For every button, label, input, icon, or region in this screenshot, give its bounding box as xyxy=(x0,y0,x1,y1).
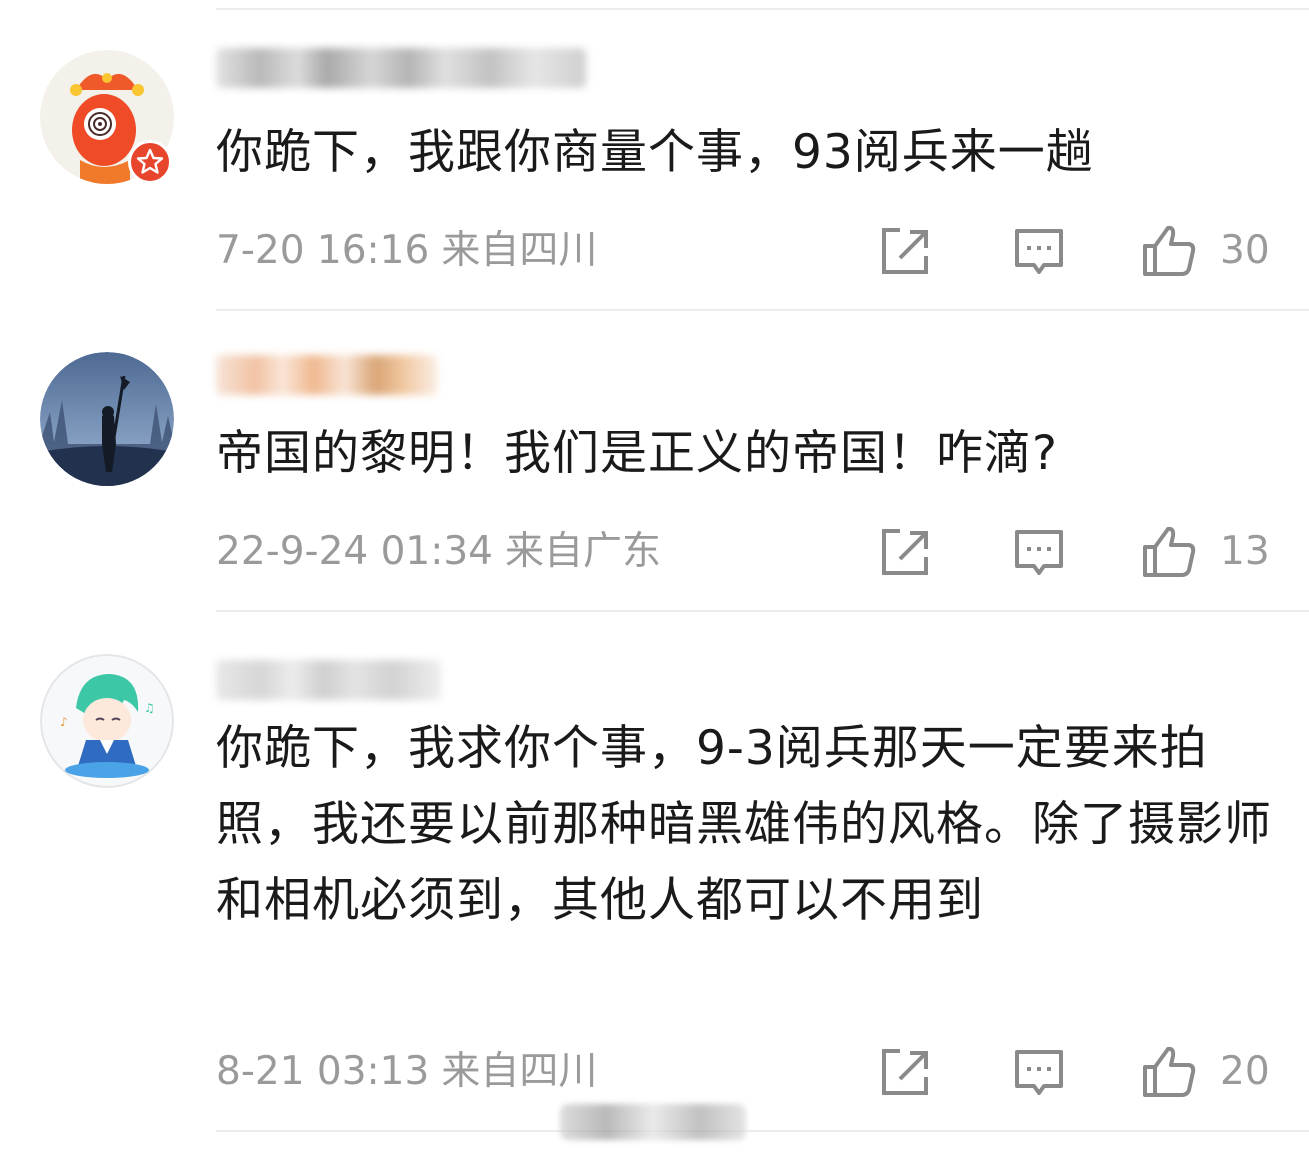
thumbs-up-icon[interactable] xyxy=(1142,224,1196,278)
comment-text: 帝国的黎明！我们是正义的帝国！咋滴? xyxy=(216,426,1058,481)
comment-meta: 8-21 03:13 来自四川 xyxy=(216,1047,597,1097)
comment-divider xyxy=(216,1130,1309,1132)
star-badge-icon xyxy=(128,140,172,184)
share-icon[interactable] xyxy=(878,224,932,278)
username[interactable] xyxy=(216,48,586,88)
svg-text:♪: ♪ xyxy=(60,715,68,729)
thumbs-up-icon[interactable] xyxy=(1142,525,1196,579)
reply-icon[interactable] xyxy=(1012,226,1066,280)
knight-silhouette-icon xyxy=(40,352,174,486)
chibi-character-icon: ♪ ♫ xyxy=(40,654,174,788)
comment-location: 来自四川 xyxy=(441,228,598,273)
comment-time: 22-9-24 01:34 xyxy=(216,529,493,574)
comment-divider xyxy=(216,610,1309,612)
comment-location: 来自广东 xyxy=(505,529,662,574)
comment-text: 你跪下，我求你个事，9-3阅兵那天一定要来拍照，我还要以前那种暗黑雄伟的风格。除… xyxy=(216,721,1272,928)
comment-divider xyxy=(216,309,1309,311)
comment-time: 8-21 03:13 xyxy=(216,1049,430,1094)
like-count: 30 xyxy=(1220,228,1270,273)
share-icon[interactable] xyxy=(878,525,932,579)
reply-icon[interactable] xyxy=(1012,527,1066,581)
comment-meta: 22-9-24 01:34 来自广东 xyxy=(216,527,661,577)
top-divider xyxy=(216,8,1309,10)
comment-meta: 7-20 16:16 来自四川 xyxy=(216,226,597,276)
thumbs-up-icon[interactable] xyxy=(1142,1045,1196,1099)
svg-text:♫: ♫ xyxy=(144,701,155,715)
avatar[interactable] xyxy=(40,352,174,486)
like-count: 20 xyxy=(1220,1049,1270,1094)
username[interactable] xyxy=(216,355,438,395)
comment-text: 你跪下，我跟你商量个事，93阅兵来一趟 xyxy=(216,125,1094,180)
reply-icon[interactable] xyxy=(1012,1047,1066,1101)
comment-time: 7-20 16:16 xyxy=(216,228,430,273)
username[interactable] xyxy=(216,660,441,700)
watermark xyxy=(560,1104,746,1140)
avatar[interactable]: ♪ ♫ xyxy=(40,654,174,788)
comment-location: 来自四川 xyxy=(441,1049,598,1094)
like-count: 13 xyxy=(1220,529,1270,574)
share-icon[interactable] xyxy=(878,1045,932,1099)
